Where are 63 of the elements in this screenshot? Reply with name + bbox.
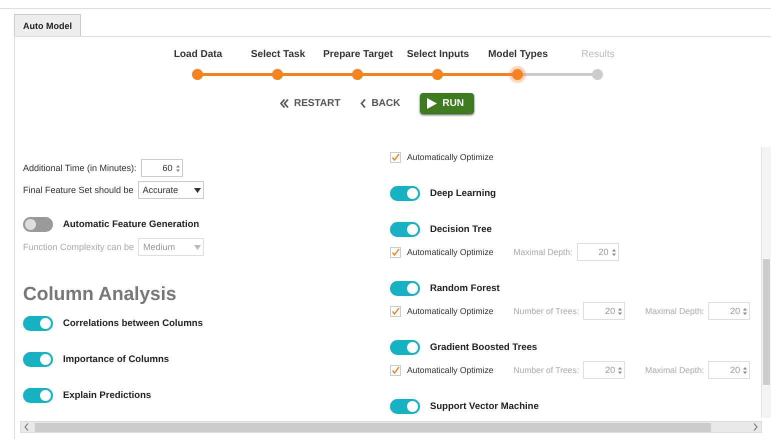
toggle-switch[interactable] (23, 352, 53, 366)
restart-button[interactable]: RESTART (280, 98, 340, 109)
toggle-switch[interactable] (390, 186, 420, 200)
toggle-switch[interactable] (23, 216, 53, 232)
chevron-icon (360, 99, 366, 108)
checkbox-label: Automatically Optimize (407, 247, 494, 257)
toggle-switch[interactable] (390, 222, 420, 236)
checkbox[interactable] (390, 364, 401, 376)
double-chevron-icon (280, 99, 289, 108)
toggle-switch[interactable] (390, 340, 420, 354)
toggle-label: Random Forest (430, 282, 500, 294)
field-label: Maximal Depth: (645, 306, 704, 316)
vertical-scrollbar[interactable] (761, 147, 771, 418)
step-dot[interactable] (432, 69, 443, 80)
checkbox[interactable] (390, 246, 401, 258)
step-label: Select Inputs (406, 49, 470, 62)
toggle-label: Decision Tree (430, 224, 492, 234)
step-label: Model Types (488, 49, 548, 62)
run-button[interactable]: RUN (420, 93, 474, 114)
scroll-right-icon[interactable] (753, 423, 758, 431)
step-dot[interactable] (512, 69, 523, 80)
checkbox-label: Automatically Optimize (407, 306, 494, 316)
step-label: Results (581, 49, 615, 62)
back-button[interactable]: BACK (360, 98, 400, 109)
number-field[interactable]: 60 (140, 159, 183, 177)
toggle-switch[interactable] (390, 398, 420, 414)
section-heading: Column Analysis (23, 284, 176, 306)
checkbox-label: Automatically Optimize (407, 152, 494, 162)
checkbox[interactable] (390, 152, 401, 162)
step-label: Load Data (174, 49, 222, 62)
field-label: Number of Trees: (513, 306, 580, 316)
play-icon (426, 98, 438, 109)
caret-icon (194, 244, 202, 250)
checkbox-label: Automatically Optimize (407, 365, 494, 375)
spinner-arrows-icon[interactable] (176, 164, 180, 172)
step-label: Prepare Target (323, 49, 393, 62)
caret-icon (194, 188, 201, 192)
step-dot[interactable] (272, 69, 283, 80)
step-dot[interactable] (592, 69, 603, 80)
field-label: Maximal Depth: (513, 247, 573, 257)
step-dot[interactable] (352, 69, 363, 80)
toggle-label: Deep Learning (430, 188, 496, 198)
toggle-switch[interactable] (23, 316, 53, 330)
toggle-label: Importance of Columns (63, 354, 170, 364)
toggle-label: Support Vector Machine (430, 400, 539, 412)
horizontal-scrollbar[interactable] (20, 421, 762, 433)
step-label: Select Task (250, 49, 306, 62)
field-label: Maximal Depth: (645, 365, 704, 375)
toggle-label: Automatic Feature Generation (63, 218, 200, 230)
step-dot[interactable] (192, 69, 203, 80)
dropdown[interactable]: Accurate (138, 181, 204, 199)
field-label: Additional Time (in Minutes): (23, 163, 137, 173)
field-label: Function Complexity can be (23, 242, 134, 252)
toggle-label: Explain Predictions (63, 390, 152, 400)
field-label: Final Feature Set should be (23, 185, 134, 195)
toggle-label: Correlations between Columns (63, 318, 203, 328)
tab[interactable]: Auto Model (14, 14, 81, 36)
field-label: Number of Trees: (513, 365, 580, 375)
toggle-switch[interactable] (23, 388, 53, 402)
toggle-switch[interactable] (390, 280, 420, 296)
toggle-label: Gradient Boosted Trees (430, 342, 538, 352)
scroll-left-icon[interactable] (24, 423, 29, 431)
checkbox[interactable] (390, 306, 401, 316)
